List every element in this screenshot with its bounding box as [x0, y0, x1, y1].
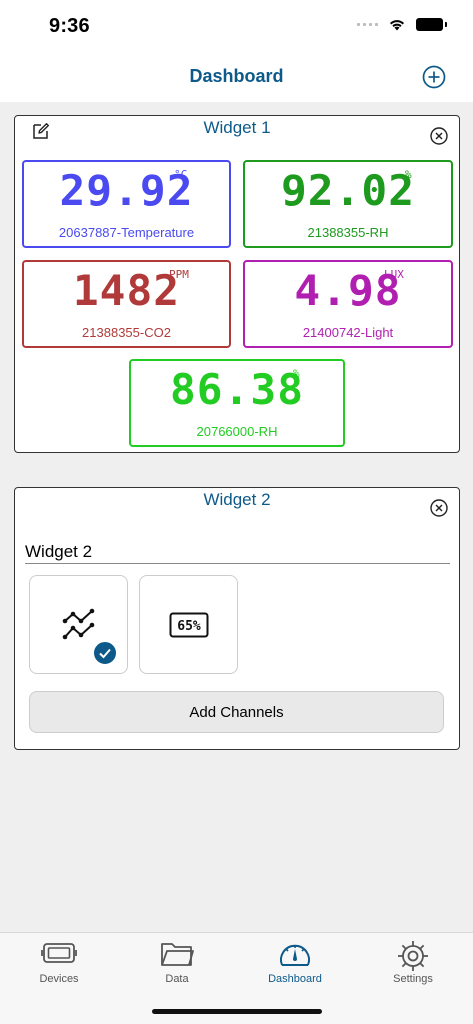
selected-check-icon [93, 641, 117, 665]
channel-tile-rh-2[interactable]: 86.38 % 20766000-RH [129, 359, 345, 447]
reading-unit: % [405, 168, 412, 181]
channel-label: 20766000-RH [196, 424, 278, 439]
tab-label: Devices [39, 973, 79, 985]
device-icon [41, 943, 77, 963]
widget-card-1: Widget 1 29.92 °C 20637887-Temperature 9… [14, 115, 460, 453]
folder-icon [161, 943, 194, 966]
reading-value: 86.38 [169, 365, 305, 414]
close-widget-icon[interactable] [430, 499, 448, 517]
status-time: 9:36 [49, 15, 90, 37]
channel-tile-co2[interactable]: 1482 PPM 21388355-CO2 [22, 260, 231, 348]
close-widget-icon[interactable] [430, 127, 448, 145]
tab-label: Dashboard [268, 973, 322, 985]
channel-label: 21388355-RH [307, 225, 389, 240]
digital-display-icon: 65% [169, 612, 209, 638]
reading-unit: LUX [384, 268, 404, 281]
reading-unit: % [293, 367, 300, 380]
widget-type-chart-button[interactable] [29, 575, 128, 674]
widget-title: Widget 2 [203, 490, 271, 509]
gauge-icon [280, 944, 310, 966]
digital-display-text: 65% [177, 619, 201, 634]
page-title: Dashboard [189, 66, 284, 86]
add-widget-icon[interactable] [422, 65, 446, 89]
tab-devices[interactable]: Devices [0, 933, 118, 993]
tab-dashboard[interactable]: Dashboard [236, 933, 354, 993]
chart-line-icon [62, 608, 95, 640]
cellular-signal-icon [357, 23, 378, 26]
add-channels-button[interactable]: Add Channels [29, 691, 444, 733]
reading-unit: °C [174, 168, 188, 181]
reading-value: 92.02 [280, 166, 416, 215]
nav-bar: Dashboard [0, 54, 473, 102]
wifi-icon [390, 20, 404, 31]
channel-label: 21400742-Light [302, 325, 394, 340]
tab-label: Settings [393, 973, 433, 985]
channel-tile-temperature[interactable]: 29.92 °C 20637887-Temperature [22, 160, 231, 248]
status-bar: 9:36 [0, 0, 473, 54]
channel-tile-rh[interactable]: 92.02 % 21388355-RH [243, 160, 453, 248]
reading-unit: PPM [169, 268, 189, 281]
widget-title: Widget 1 [203, 118, 271, 137]
tab-settings[interactable]: Settings [354, 933, 472, 993]
reading-value: 4.98 [294, 266, 402, 315]
widget-card-2: Widget 2 65% Add Channels [14, 487, 460, 750]
widget-name-input[interactable] [25, 540, 450, 564]
home-indicator [152, 1009, 322, 1014]
gear-icon [398, 941, 428, 971]
reading-value: 29.92 [59, 166, 194, 215]
battery-icon [416, 18, 447, 31]
channel-tile-light[interactable]: 4.98 LUX 21400742-Light [243, 260, 453, 348]
tab-data[interactable]: Data [118, 933, 236, 993]
tab-label: Data [165, 973, 189, 985]
channel-label: 20637887-Temperature [58, 225, 195, 240]
widget-type-digital-button[interactable]: 65% [139, 575, 238, 674]
channel-label: 21388355-CO2 [82, 325, 171, 340]
status-icons [357, 18, 447, 31]
reading-value: 1482 [72, 266, 181, 315]
